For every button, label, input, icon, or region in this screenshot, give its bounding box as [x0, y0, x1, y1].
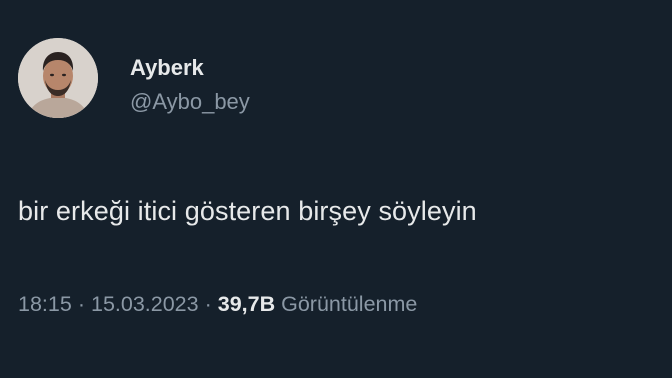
- views-label: Görüntülenme: [281, 292, 418, 316]
- avatar-image: [18, 38, 98, 118]
- tweet-card: Ayberk @Aybo_bey bir erkeği itici göster…: [0, 0, 672, 378]
- tweet-date[interactable]: 15.03.2023: [91, 292, 199, 316]
- meta-separator: ·: [204, 292, 212, 316]
- meta-separator: ·: [77, 292, 85, 316]
- avatar[interactable]: [18, 38, 98, 118]
- tweet-time[interactable]: 18:15: [18, 292, 72, 316]
- tweet-text: bir erkeği itici gösteren birşey söyleyi…: [18, 196, 477, 226]
- tweet-meta: 18:15 · 15.03.2023 · 39,7B Görüntülenme: [18, 292, 417, 317]
- author-display-name[interactable]: Ayberk: [130, 55, 204, 81]
- views-count[interactable]: 39,7B: [218, 292, 275, 316]
- author-handle[interactable]: @Aybo_bey: [130, 89, 250, 115]
